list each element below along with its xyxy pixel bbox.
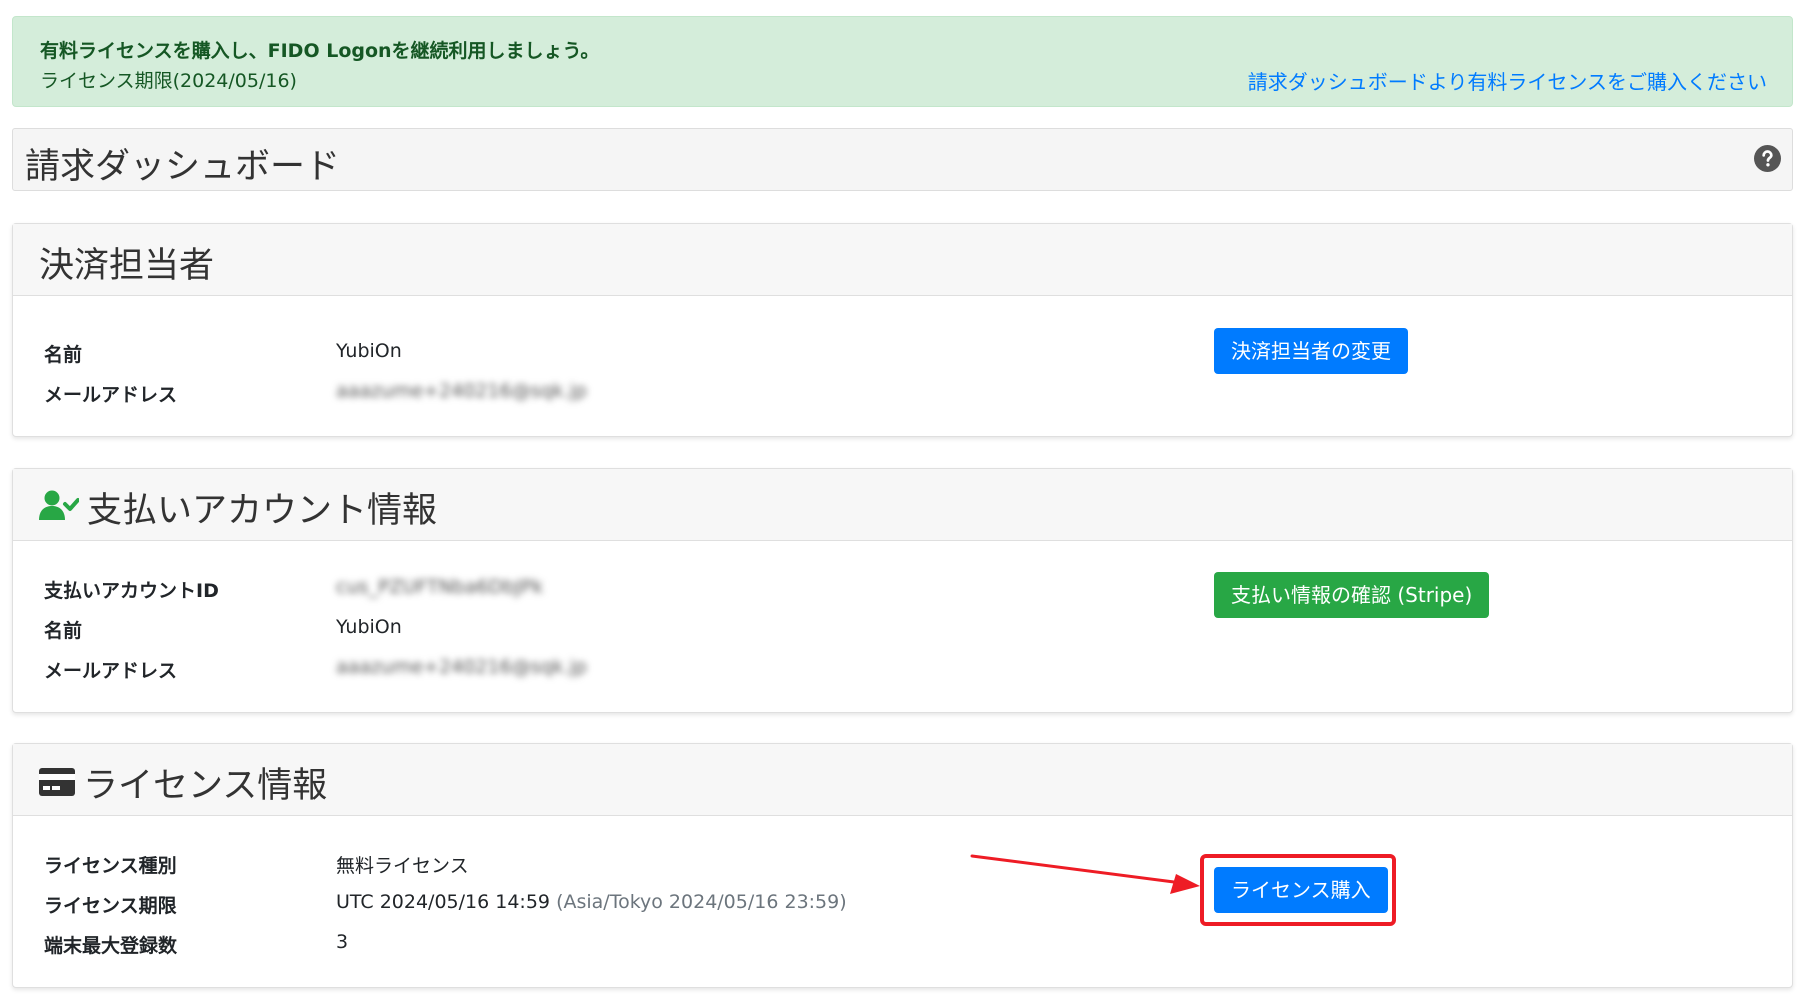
payer-email-label: メールアドレス [44,384,178,406]
page-title: 請求ダッシュボード [25,147,341,187]
payer-email-value: aaazume+240216@sqk.jp [336,380,587,402]
account-id-label: 支払いアカウントID [44,580,219,602]
account-card-title: 支払いアカウント情報 [87,491,438,531]
license-expiry-local: (Asia/Tokyo 2024/05/16 23:59) [556,891,847,913]
page-header: 請求ダッシュボード [12,128,1793,191]
max-devices-value: 3 [336,931,349,953]
stripe-info-button[interactable]: 支払い情報の確認 (Stripe) [1214,572,1490,618]
user-check-icon [39,490,79,520]
license-expiry-utc: UTC 2024/05/16 14:59 [336,891,551,913]
license-card-header: ライセンス情報 [13,744,1792,816]
account-card-header: 支払いアカウント情報 [13,469,1792,541]
license-type-label: ライセンス種別 [44,855,177,877]
payer-card-header: 決済担当者 [13,224,1792,296]
account-name-value: YubiOn [336,616,402,638]
purchase-link[interactable]: 請求ダッシュボードより有料ライセンスをご購入ください [1248,66,1767,95]
max-devices-label: 端末最大登録数 [44,935,178,957]
account-email-value: aaazume+240216@sqk.jp [336,656,587,678]
license-expiry-value: UTC 2024/05/16 14:59 (Asia/Tokyo 2024/05… [336,891,847,913]
license-alert: 有料ライセンスを購入し、FIDO Logonを継続利用しましょう。 ライセンス期… [12,16,1793,107]
annotation-highlight-box [1200,854,1396,926]
account-email-label: メールアドレス [44,660,178,682]
license-type-value: 無料ライセンス [336,855,469,877]
payer-name-value: YubiOn [336,340,402,362]
license-card: ライセンス情報 ライセンス種別 無料ライセンス ライセンス期限 UTC 2024… [12,743,1793,988]
payer-card: 決済担当者 名前 YubiOn メールアドレス aaazume+240216@s… [12,223,1793,437]
change-payer-button[interactable]: 決済担当者の変更 [1214,328,1408,374]
account-card: 支払いアカウント情報 支払いアカウントID cus_PZUFTNba6DbJPk… [12,468,1793,713]
annotation-arrow-icon [970,854,1200,894]
alert-expiry: ライセンス期限(2024/05/16) [40,70,297,92]
payer-card-title: 決済担当者 [39,246,215,286]
license-expiry-label: ライセンス期限 [44,895,177,917]
account-name-label: 名前 [44,620,83,642]
payer-name-label: 名前 [44,344,83,366]
credit-card-icon [39,768,75,796]
alert-title: 有料ライセンスを購入し、FIDO Logonを継続利用しましょう。 [40,40,600,62]
license-card-title: ライセンス情報 [83,766,328,806]
account-id-value: cus_PZUFTNba6DbJPk [336,576,544,598]
question-circle-icon[interactable] [1754,145,1781,172]
